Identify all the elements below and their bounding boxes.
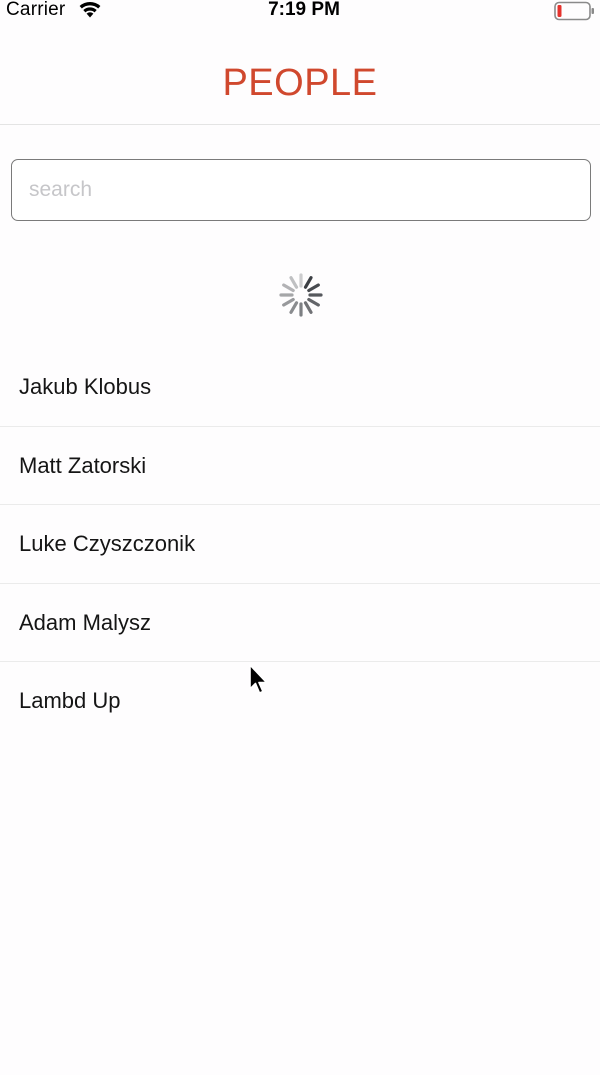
person-name: Jakub Klobus <box>19 374 152 399</box>
list-item[interactable]: Adam Malysz <box>0 584 600 662</box>
person-name: Lambd Up <box>19 688 121 713</box>
person-name: Adam Malysz <box>19 609 152 635</box>
status-bar: Carrier 7:19 PM <box>0 0 600 24</box>
list-item[interactable]: Jakub Klobus <box>0 348 600 427</box>
page-title: PEOPLE <box>222 62 378 104</box>
battery-icon <box>554 1 596 21</box>
list-item[interactable]: Matt Zatorski <box>0 427 600 505</box>
person-name: Luke Czyszczonik <box>19 531 196 556</box>
list-item[interactable]: Luke Czyszczonik <box>0 505 600 584</box>
people-list: Jakub Klobus Matt Zatorski Luke Czyszczoni… <box>0 348 600 714</box>
person-name: Matt Zatorski <box>19 452 147 478</box>
mouse-cursor-icon <box>248 664 270 698</box>
spinner-icon <box>277 271 325 319</box>
app-screen: Carrier 7:19 PM PEOPLE Jakub Klobus Matt … <box>0 0 600 1075</box>
status-time: 7:19 PM <box>268 0 340 20</box>
list-item[interactable]: Lambd Up <box>0 662 600 714</box>
navigation-bar: PEOPLE <box>0 24 600 125</box>
search-input[interactable] <box>11 159 591 221</box>
